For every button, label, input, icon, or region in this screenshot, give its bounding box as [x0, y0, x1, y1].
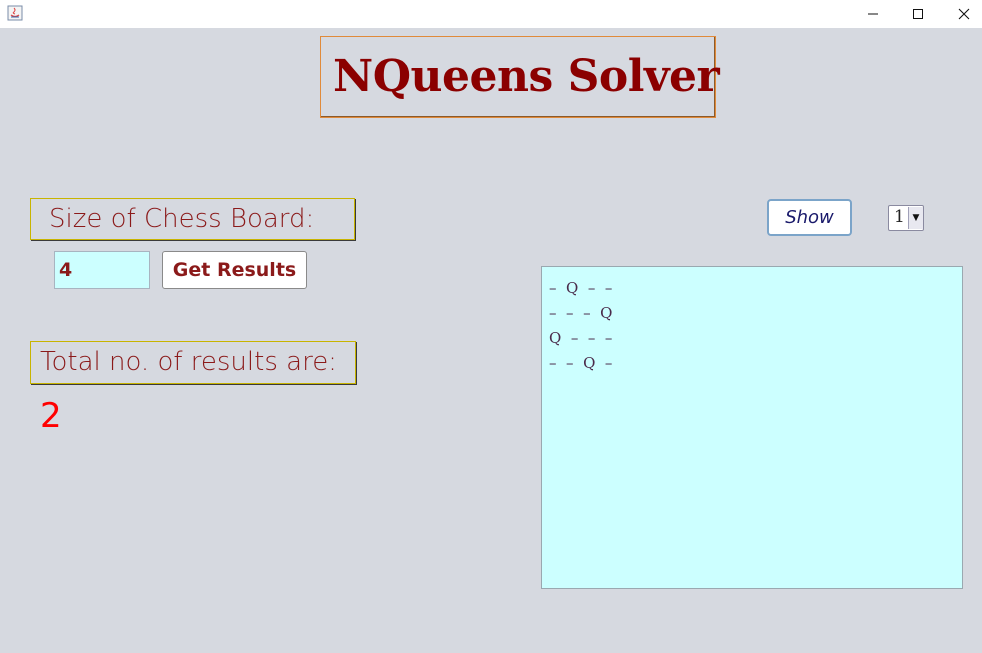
board-row: – – Q –	[549, 354, 613, 372]
app-title: NQueens Solver	[333, 51, 720, 102]
chevron-down-icon[interactable]: ▼	[908, 207, 923, 229]
show-button[interactable]: Show	[767, 199, 852, 236]
board-row: Q – – –	[549, 329, 613, 347]
solution-number-value: 1	[894, 207, 905, 227]
board-size-label-panel: Size of Chess Board:	[30, 198, 355, 240]
window-titlebar	[0, 0, 982, 28]
title-panel: NQueens Solver	[320, 36, 720, 118]
board-display[interactable]: – Q – – – – – Q Q – – – – – Q –	[541, 266, 963, 589]
minimize-icon	[867, 5, 879, 24]
java-icon	[7, 5, 23, 21]
maximize-icon	[912, 5, 924, 24]
total-results-label-panel: Total no. of results are:	[30, 341, 356, 384]
get-results-button[interactable]: Get Results	[162, 251, 307, 289]
minimize-button[interactable]	[850, 0, 896, 28]
close-icon	[958, 5, 970, 24]
maximize-button[interactable]	[895, 0, 941, 28]
board-size-label: Size of Chess Board:	[49, 204, 315, 234]
board-row: – – – Q	[549, 304, 613, 322]
total-results-label: Total no. of results are:	[40, 347, 337, 377]
solution-number-select[interactable]: 1 ▼	[888, 205, 924, 231]
board-size-input[interactable]	[54, 251, 150, 289]
total-results-count: 2	[40, 396, 62, 436]
close-button[interactable]	[941, 0, 982, 28]
board-row: – Q – –	[549, 279, 613, 297]
